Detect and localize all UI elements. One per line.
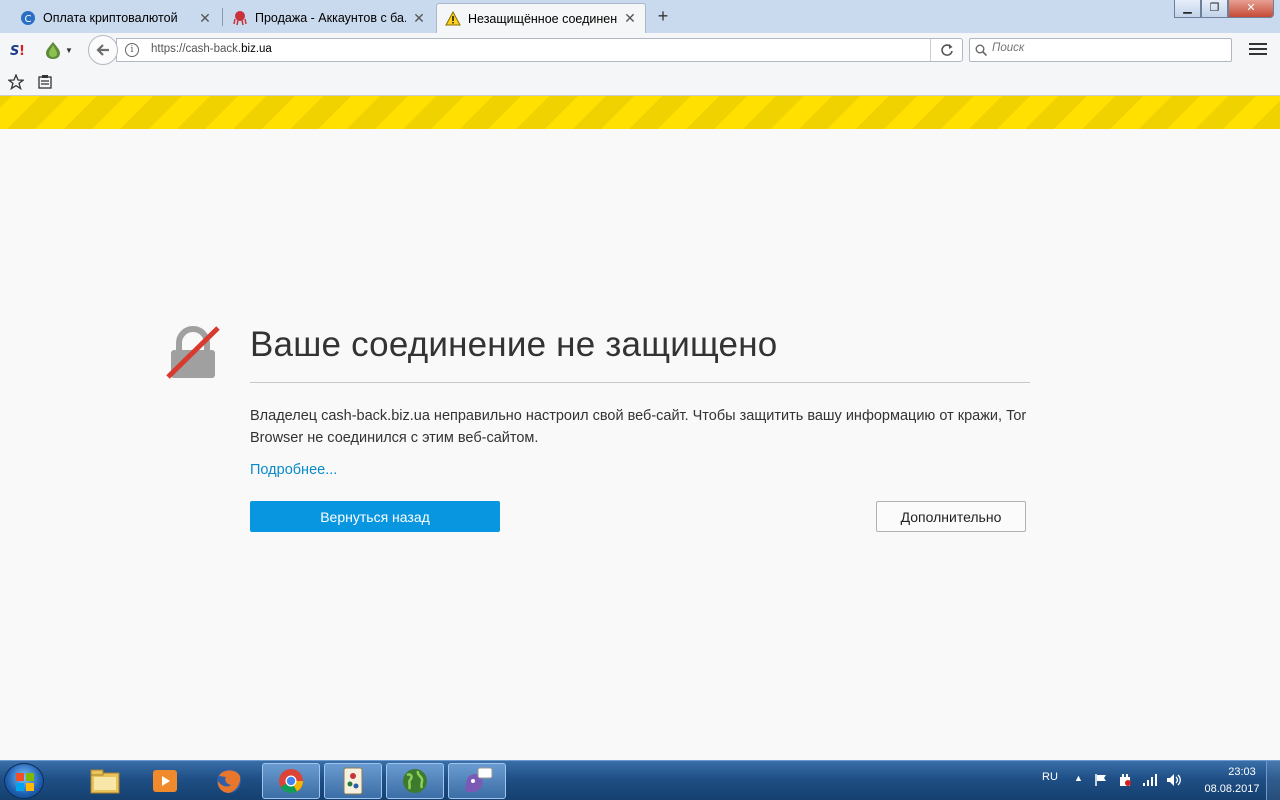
search-icon	[975, 44, 987, 56]
clock-time[interactable]: 23:03	[1212, 766, 1272, 778]
volume-icon	[1167, 774, 1181, 786]
taskbar: RU ▲ 23:03 08.08.2017	[0, 760, 1280, 800]
taskbar-firefox[interactable]	[200, 763, 258, 799]
firefox-icon	[217, 769, 241, 793]
bookmarks-toolbar	[0, 68, 1280, 96]
tab-title: Оплата криптовалютой	[43, 11, 178, 25]
title-divider	[250, 382, 1030, 383]
show-desktop-button[interactable]	[1266, 761, 1280, 800]
s-extension-icon[interactable]: S!	[10, 42, 28, 63]
tab-crypto-payment[interactable]: C Оплата криптовалютой ✕	[12, 3, 220, 33]
show-hidden-icons-icon[interactable]: ▲	[1074, 773, 1083, 783]
back-button[interactable]	[88, 35, 118, 65]
mahjong-tile-icon	[343, 767, 363, 795]
close-tab-icon[interactable]: ✕	[412, 10, 426, 27]
taskbar-tor-browser[interactable]	[386, 763, 444, 799]
taskbar-media-player[interactable]	[136, 763, 194, 799]
bookmarks-list-icon[interactable]	[37, 74, 53, 95]
taskbar-explorer[interactable]	[76, 763, 134, 799]
hamburger-menu-icon[interactable]	[1249, 41, 1267, 59]
page-title: Ваше соединение не защищено	[250, 325, 778, 364]
close-tab-icon[interactable]: ✕	[623, 10, 637, 27]
tab-separator	[222, 8, 223, 26]
chrome-icon	[279, 769, 303, 794]
power-icon	[1120, 774, 1131, 786]
reload-icon	[940, 44, 953, 56]
tab-insecure-connection[interactable]: Незащищённое соединен... ✕	[436, 3, 646, 33]
search-box[interactable]	[969, 38, 1232, 62]
taskbar-mahjong[interactable]	[324, 763, 382, 799]
svg-text:!: !	[19, 44, 25, 58]
octopus-site-icon	[232, 10, 248, 26]
tab-strip: C Оплата криптовалютой ✕ Продажа - Аккау…	[0, 0, 1280, 33]
warning-icon	[445, 10, 461, 27]
clock-date[interactable]: 08.08.2017	[1192, 783, 1272, 795]
language-indicator[interactable]: RU	[1042, 771, 1058, 783]
folder-icon	[90, 769, 120, 794]
search-input[interactable]	[992, 42, 1222, 54]
taskbar-pidgin[interactable]	[448, 763, 506, 799]
advanced-button[interactable]: Дополнительно	[876, 501, 1026, 532]
error-page: Ваше соединение не защищено Владелец cas…	[0, 129, 1280, 760]
crypto-site-icon: C	[20, 10, 36, 26]
taskbar-chrome[interactable]	[262, 763, 320, 799]
broken-lock-icon	[165, 325, 221, 386]
onion-icon	[46, 42, 60, 59]
action-center-flag-icon	[1095, 774, 1106, 786]
tor-onion-button[interactable]: ▼	[44, 40, 73, 60]
url-text[interactable]: https://cash-back.biz.ua	[151, 43, 272, 55]
start-button[interactable]	[4, 763, 44, 799]
new-tab-button[interactable]: +	[651, 5, 675, 29]
network-signal-icon	[1143, 774, 1157, 786]
window-close-icon[interactable]: ✕	[1228, 0, 1274, 18]
media-player-icon	[153, 770, 177, 792]
minimize-icon[interactable]: ▁	[1174, 0, 1201, 18]
tab-title: Продажа - Аккаунтов с ба...	[255, 11, 406, 25]
pidgin-icon	[465, 767, 493, 793]
tab-accounts-sale[interactable]: Продажа - Аккаунтов с ба... ✕	[224, 3, 434, 33]
bookmark-star-icon[interactable]	[6, 73, 26, 95]
dropdown-arrow-icon: ▼	[65, 45, 73, 55]
globe-icon	[403, 769, 427, 793]
go-back-button[interactable]: Вернуться назад	[250, 501, 500, 532]
svg-text:S: S	[10, 44, 19, 58]
info-icon[interactable]: i	[125, 43, 139, 57]
url-bar[interactable]: i https://cash-back.biz.ua	[116, 38, 963, 62]
warning-stripes	[0, 96, 1280, 129]
tab-title: Незащищённое соединен...	[468, 11, 617, 26]
error-description: Владелец cash-back.biz.ua неправильно на…	[250, 408, 1027, 446]
reload-button[interactable]	[930, 39, 962, 61]
arrow-left-icon	[96, 44, 109, 56]
close-tab-icon[interactable]: ✕	[198, 10, 212, 27]
navigation-toolbar: S! ▼ i https://cash-back.biz.ua	[0, 33, 1280, 68]
learn-more-link[interactable]: Подробнее...	[250, 462, 337, 478]
restore-icon[interactable]: ❐	[1201, 0, 1228, 18]
svg-text:C: C	[25, 14, 32, 25]
windows-logo-icon	[16, 773, 34, 791]
